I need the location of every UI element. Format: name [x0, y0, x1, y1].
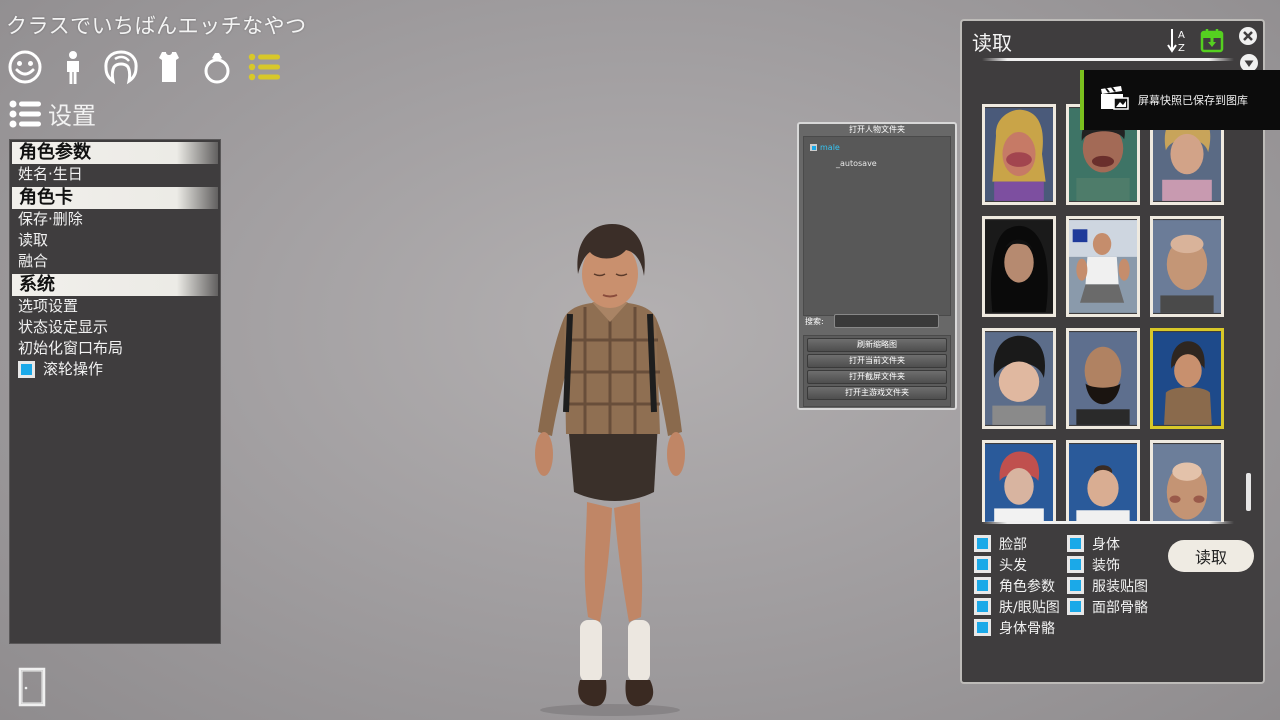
character-thumbnail[interactable]	[982, 104, 1056, 205]
svg-text:A: A	[1178, 30, 1185, 41]
menu-item-save-delete[interactable]: 保存·删除	[10, 209, 220, 230]
hair-icon[interactable]	[102, 48, 140, 86]
option-label: 装饰	[1092, 557, 1120, 574]
svg-text:Z: Z	[1178, 43, 1185, 53]
section-header-character-params: 角色参数	[12, 142, 218, 164]
option-label: 身体	[1092, 536, 1120, 553]
option-skin-eye-texture[interactable]: 肤/眼贴图	[974, 598, 1060, 616]
section-header-system: 系统	[12, 274, 218, 296]
thumbnail-grid	[982, 104, 1232, 522]
clapperboard-icon	[1100, 86, 1130, 114]
folder-panel-title: 打开人物文件夹	[849, 125, 905, 134]
option-character-params[interactable]: 角色参数	[974, 577, 1060, 595]
wheel-toggle[interactable]: 滚轮操作	[10, 359, 220, 380]
menu-item-load[interactable]: 读取	[10, 230, 220, 251]
category-bar	[6, 48, 284, 86]
option-checkbox[interactable]	[974, 556, 991, 573]
folder-button-group: 刷新缩略图 打开当前文件夹 打开截屏文件夹 打开主游戏文件夹	[803, 335, 951, 407]
option-checkbox[interactable]	[1067, 535, 1084, 552]
option-hair[interactable]: 头发	[974, 556, 1060, 574]
settings-title: 设置	[48, 102, 96, 130]
settings-menu-panel: 角色参数 姓名·生日 角色卡 保存·删除 读取 融合 系统 选项设置 状态设定显…	[9, 139, 221, 644]
folder-tree: male _autosave	[803, 136, 951, 316]
option-checkbox[interactable]	[974, 598, 991, 615]
option-accessory[interactable]: 装饰	[1067, 556, 1148, 574]
option-body[interactable]: 身体	[1067, 535, 1148, 553]
screenshot-notification: 屏幕快照已保存到图库	[1080, 70, 1280, 130]
option-face-bones[interactable]: 面部骨骼	[1067, 598, 1148, 616]
notification-text: 屏幕快照已保存到图库	[1138, 94, 1248, 107]
option-body-bones[interactable]: 身体骨骼	[974, 619, 1060, 637]
load-button[interactable]: 读取	[1168, 540, 1254, 572]
option-checkbox[interactable]	[974, 619, 991, 636]
menu-item-reset-layout[interactable]: 初始化窗口布局	[10, 338, 220, 359]
clothing-icon[interactable]	[150, 48, 188, 86]
search-label: 搜索:	[805, 316, 824, 326]
option-label: 服装贴图	[1092, 578, 1148, 595]
character-model[interactable]	[530, 222, 690, 720]
character-thumbnail[interactable]	[1066, 328, 1140, 429]
option-label: 肤/眼贴图	[999, 599, 1060, 616]
character-thumbnail-selected[interactable]	[1150, 328, 1224, 429]
menu-item-merge[interactable]: 融合	[10, 251, 220, 272]
load-panel-title: 读取	[972, 31, 1012, 55]
calendar-down-icon[interactable]	[1200, 27, 1224, 57]
character-thumbnail[interactable]	[982, 440, 1056, 522]
option-checkbox[interactable]	[1067, 598, 1084, 615]
character-thumbnail[interactable]	[982, 328, 1056, 429]
thumbnail-scrollbar[interactable]	[1246, 473, 1251, 511]
wheel-checkbox[interactable]	[18, 361, 35, 378]
refresh-thumbnails-button[interactable]: 刷新缩略图	[807, 338, 947, 352]
option-label: 身体骨骼	[999, 620, 1055, 637]
option-checkbox[interactable]	[974, 577, 991, 594]
exit-door-icon[interactable]	[18, 667, 46, 711]
menu-item-name-birthday[interactable]: 姓名·生日	[10, 164, 220, 185]
option-checkbox[interactable]	[1067, 556, 1084, 573]
option-label: 面部骨骼	[1092, 599, 1148, 616]
settings-list-icon	[9, 100, 41, 127]
sort-az-icon[interactable]: AZ	[1167, 27, 1191, 57]
wheel-toggle-label: 滚轮操作	[43, 360, 104, 378]
open-current-folder-button[interactable]: 打开当前文件夹	[807, 354, 947, 368]
tree-node-male[interactable]: male	[810, 143, 840, 152]
tree-node-autosave[interactable]: _autosave	[836, 159, 877, 168]
panel-divider-top	[982, 58, 1234, 61]
option-clothing-texture[interactable]: 服装贴图	[1067, 577, 1148, 595]
load-options-right: 身体 装饰 服装贴图 面部骨骼	[1067, 535, 1148, 616]
character-thumbnail[interactable]	[1066, 216, 1140, 317]
settings-list-icon[interactable]	[246, 48, 284, 86]
accessory-icon[interactable]	[198, 48, 236, 86]
option-checkbox[interactable]	[974, 535, 991, 552]
open-screenshot-folder-button[interactable]: 打开截屏文件夹	[807, 370, 947, 384]
load-options-left: 脸部 头发 角色参数 肤/眼贴图 身体骨骼	[974, 535, 1060, 637]
tree-node-checkbox[interactable]	[810, 144, 817, 151]
menu-item-status-display[interactable]: 状态设定显示	[10, 317, 220, 338]
settings-header: 设置	[8, 96, 96, 131]
body-icon[interactable]	[54, 48, 92, 86]
character-thumbnail[interactable]	[1150, 216, 1224, 317]
character-thumbnail[interactable]	[1066, 440, 1140, 522]
character-thumbnail[interactable]	[1150, 440, 1224, 522]
search-input[interactable]	[833, 314, 939, 328]
panel-divider-bottom	[982, 521, 1234, 524]
option-label: 脸部	[999, 536, 1027, 553]
open-game-folder-button[interactable]: 打开主游戏文件夹	[807, 386, 947, 400]
menu-item-options[interactable]: 选项设置	[10, 296, 220, 317]
tree-node-male-label: male	[820, 143, 840, 152]
section-header-character-card: 角色卡	[12, 187, 218, 209]
game-title: クラスでいちばんエッチなやつ	[6, 14, 307, 38]
face-icon[interactable]	[6, 48, 44, 86]
close-icon[interactable]	[1238, 26, 1258, 50]
option-checkbox[interactable]	[1067, 577, 1084, 594]
folder-panel: 打开人物文件夹 male _autosave 搜索: 刷新缩略图 打开当前文件夹…	[797, 122, 957, 410]
folder-search-row: 搜索:	[805, 314, 939, 328]
character-thumbnail[interactable]	[982, 216, 1056, 317]
option-label: 头发	[999, 557, 1027, 574]
option-label: 角色参数	[999, 578, 1055, 595]
option-face[interactable]: 脸部	[974, 535, 1060, 553]
